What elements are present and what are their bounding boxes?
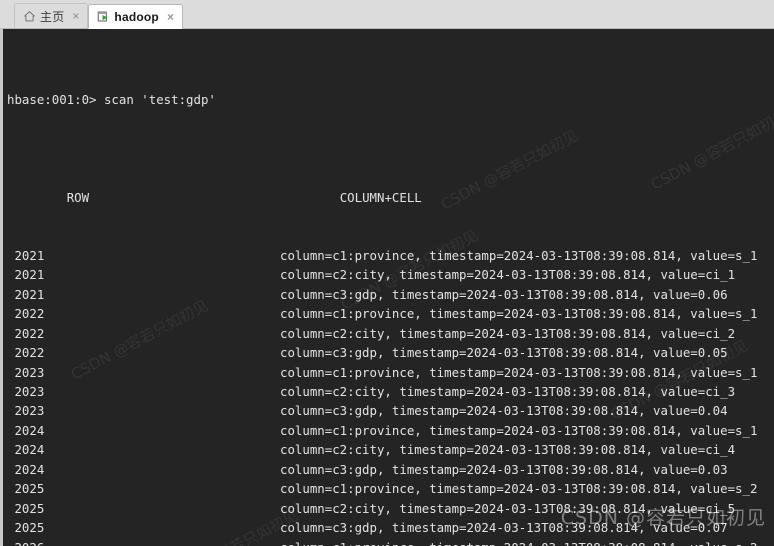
row-key: 2024	[7, 442, 45, 458]
table-row: 2024 column=c2:city, timestamp=2024-03-13…	[7, 440, 774, 459]
row-column-cell: column=c1:province, timestamp=2024-03-13…	[280, 306, 758, 322]
table-row: 2022 column=c1:province, timestamp=2024-0…	[7, 304, 774, 323]
table-row: 2025 column=c2:city, timestamp=2024-03-13…	[7, 499, 774, 518]
terminal-output-pane[interactable]: hbase:001:0> scan 'test:gdp' ROW COLUMN+C…	[0, 29, 774, 546]
terminal-prompt-line: hbase:001:0> scan 'test:gdp'	[7, 92, 216, 108]
row-key: 2025	[7, 481, 45, 497]
row-key: 2023	[7, 364, 45, 380]
header-row-label: ROW	[66, 189, 90, 205]
row-key: 2024	[7, 461, 45, 477]
row-key: 2023	[7, 403, 45, 419]
table-row: 2025 column=c1:province, timestamp=2024-0…	[7, 479, 774, 498]
table-row: 2022 column=c2:city, timestamp=2024-03-13…	[7, 324, 774, 343]
row-key: 2026	[7, 538, 280, 546]
row-column-cell: column=c3:gdp, timestamp=2024-03-13T08:3…	[280, 345, 728, 361]
tab-home-label: 主页	[40, 9, 65, 24]
row-key: 2021	[7, 247, 45, 263]
table-row: 2024 column=c1:province, timestamp=2024-0…	[7, 421, 774, 440]
table-row: 2023 column=c3:gdp, timestamp=2024-03-13T…	[7, 401, 774, 420]
row-key: 2025	[7, 520, 45, 536]
tab-hadoop-close-icon[interactable]: ×	[165, 11, 176, 23]
table-row: 2021 column=c3:gdp, timestamp=2024-03-13T…	[7, 285, 774, 304]
terminal-header-line: ROW COLUMN+CELL	[7, 168, 774, 205]
row-key: 2022	[7, 345, 45, 361]
row-column-cell: column=c3:gdp, timestamp=2024-03-13T08:3…	[280, 520, 728, 536]
row-column-cell: column=c2:city, timestamp=2024-03-13T08:…	[280, 267, 736, 283]
terminal-window: 主页 × hadoop × hbase:001:0> scan 'test:gd…	[0, 0, 774, 546]
table-row: 2022 column=c3:gdp, timestamp=2024-03-13T…	[7, 343, 774, 362]
row-column-cell: column=c2:city, timestamp=2024-03-13T08:…	[280, 442, 736, 458]
row-key: 2021	[7, 267, 45, 283]
terminal-icon	[97, 10, 110, 23]
row-key: 2022	[7, 325, 45, 341]
row-key: 2023	[7, 384, 45, 400]
row-column-cell: column=c1:province, timestamp=2024-03-13…	[280, 538, 757, 546]
tab-hadoop-label: hadoop	[114, 9, 159, 24]
tab-bar: 主页 × hadoop ×	[0, 0, 774, 29]
tab-hadoop[interactable]: hadoop ×	[88, 4, 183, 29]
terminal-text: hbase:001:0> scan 'test:gdp' ROW COLUMN+C…	[3, 29, 774, 546]
tab-home[interactable]: 主页 ×	[14, 3, 89, 28]
row-column-cell: column=c1:province, timestamp=2024-03-13…	[280, 364, 758, 380]
row-column-cell: column=c2:city, timestamp=2024-03-13T08:…	[280, 384, 736, 400]
scan-result-rows: 2021 column=c1:province, timestamp=2024-0…	[7, 246, 774, 546]
row-column-cell: column=c1:province, timestamp=2024-03-13…	[280, 422, 758, 438]
row-column-cell: column=c3:gdp, timestamp=2024-03-13T08:3…	[280, 461, 728, 477]
tab-home-close-icon[interactable]: ×	[70, 10, 81, 22]
row-column-cell: column=c3:gdp, timestamp=2024-03-13T08:3…	[280, 403, 728, 419]
row-column-cell: column=c2:city, timestamp=2024-03-13T08:…	[280, 500, 736, 516]
table-row: 2021 column=c1:province, timestamp=2024-0…	[7, 246, 774, 265]
row-column-cell: column=c3:gdp, timestamp=2024-03-13T08:3…	[280, 286, 728, 302]
table-row: 2023 column=c2:city, timestamp=2024-03-13…	[7, 382, 774, 401]
home-icon	[23, 10, 36, 23]
row-key: 2021	[7, 286, 45, 302]
table-row: 2026column=c1:province, timestamp=2024-0…	[7, 538, 774, 546]
row-key: 2022	[7, 306, 45, 322]
row-key: 2025	[7, 500, 45, 516]
row-key: 2024	[7, 422, 45, 438]
header-columncell-label: COLUMN+CELL	[339, 189, 422, 205]
table-row: 2025 column=c3:gdp, timestamp=2024-03-13T…	[7, 518, 774, 537]
table-row: 2021 column=c2:city, timestamp=2024-03-13…	[7, 265, 774, 284]
row-column-cell: column=c1:province, timestamp=2024-03-13…	[280, 481, 758, 497]
table-row: 2023 column=c1:province, timestamp=2024-0…	[7, 363, 774, 382]
table-row: 2024 column=c3:gdp, timestamp=2024-03-13T…	[7, 460, 774, 479]
row-column-cell: column=c1:province, timestamp=2024-03-13…	[280, 247, 758, 263]
row-column-cell: column=c2:city, timestamp=2024-03-13T08:…	[280, 325, 736, 341]
